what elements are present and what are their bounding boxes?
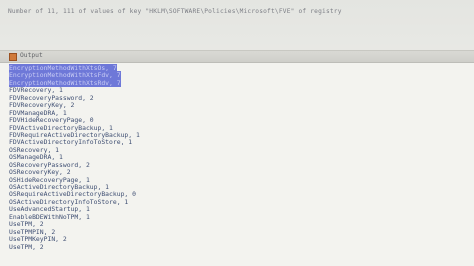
output-line[interactable]: UseTPMPIN, 2 [9,228,469,236]
output-line[interactable]: FDVActiveDirectoryInfoToStore, 1 [9,139,469,146]
screen: Number of 11, 111 of values of key "HKLM… [0,0,474,266]
output-line[interactable]: OSRecovery, 1 [9,146,469,154]
output-line[interactable]: FDVRecoveryKey, 2 [9,101,469,109]
query-header: Number of 11, 111 of values of key "HKLM… [8,8,342,15]
output-pane[interactable]: Output EncryptionMethodWithXtsOs, 7 Encry… [0,50,474,266]
output-line[interactable]: EncryptionMethodWithXtsRdv, 7 [9,78,469,87]
output-line[interactable]: OSRecoveryPassword, 2 [9,161,469,169]
output-icon [9,53,17,61]
output-line-text: UseTPM, 2 [9,242,44,251]
output-tab-label: Output [20,52,43,59]
output-line[interactable]: UseTPMKeyPIN, 2 [9,235,469,243]
output-tab[interactable]: Output [0,51,474,63]
output-line[interactable]: UseTPM, 2 [9,220,469,228]
output-line[interactable]: EnableBDEWithNoTPM, 1 [9,213,469,221]
output-line[interactable]: FDVRecoveryPassword, 2 [9,94,469,102]
output-line[interactable]: UseTPM, 2 [9,242,469,251]
output-lines[interactable]: EncryptionMethodWithXtsOs, 7 EncryptionMe… [9,64,469,251]
